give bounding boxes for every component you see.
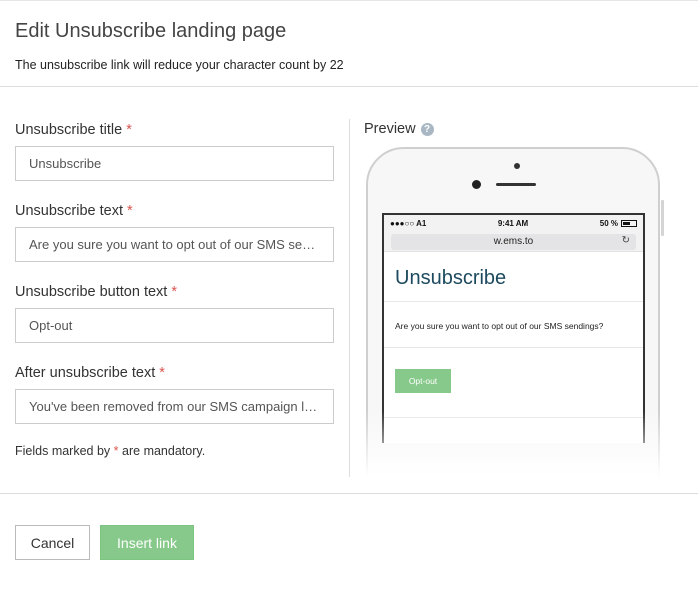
required-marker: * [171,284,177,300]
status-time: 9:41 AM [497,219,529,228]
question-circle-icon[interactable]: ? [420,122,434,136]
phone-statusbar: ●●●○○ A1 9:41 AM 50 % [384,215,643,232]
battery-percent: 50 % [599,219,618,228]
unsubscribe-text-label: Unsubscribe text * [15,200,335,222]
dialog-title: Edit Unsubscribe landing page [15,20,287,42]
unsubscribe-title-input[interactable] [15,146,334,181]
required-marker: * [159,365,165,381]
unsubscribe-button-text-input[interactable] [15,308,334,343]
required-marker: * [127,203,133,219]
after-unsubscribe-text-input[interactable] [15,389,334,424]
cancel-button[interactable]: Cancel [15,525,90,560]
required-marker: * [126,122,132,138]
speaker-icon [496,183,536,186]
mandatory-note-after: are mandatory. [122,444,206,458]
field-label-text: Unsubscribe text [15,203,123,219]
url-text: w.ems.to [493,236,534,247]
battery-status: 50 % [600,219,637,228]
power-button-icon [661,200,664,236]
browser-urlbar: w.ems.to ↻ [384,232,643,252]
after-unsubscribe-text-label: After unsubscribe text * [15,362,335,384]
required-marker: * [113,444,119,458]
mandatory-note-before: Fields marked by [15,444,111,458]
preview-fade [364,411,664,477]
unsubscribe-title-label: Unsubscribe title * [15,119,335,141]
preview-button-row: Opt-out [384,348,643,418]
preview-label: Preview [364,121,416,137]
unsubscribe-button-text-label: Unsubscribe button text * [15,281,335,303]
front-camera-icon [472,180,481,189]
mandatory-note: Fields marked by * are mandatory. [15,444,205,458]
column-divider [349,119,350,477]
battery-icon [621,220,637,228]
dialog-footer: Cancel Insert link [0,493,698,589]
preview-heading: Preview ? [364,121,434,137]
dialog-header: Edit Unsubscribe landing page The unsubs… [0,1,698,87]
field-label-text: Unsubscribe button text [15,284,168,300]
preview-page-title: Unsubscribe [384,252,643,302]
camera-icon [514,163,520,169]
carrier-signal: ●●●○○ A1 [390,219,427,228]
dialog-subtitle: The unsubscribe link will reduce your ch… [15,58,344,72]
unsubscribe-text-input[interactable] [15,227,334,262]
field-label-text: Unsubscribe title [15,122,123,138]
preview-optout-button: Opt-out [395,369,451,393]
edit-unsubscribe-dialog: Edit Unsubscribe landing page The unsubs… [0,0,698,589]
preview-page-text: Are you sure you want to opt out of our … [384,302,643,348]
insert-link-button[interactable]: Insert link [100,525,194,560]
phone-screen: ●●●○○ A1 9:41 AM 50 % w.ems.to ↻ Unsubsc… [382,213,645,443]
url-box: w.ems.to ↻ [391,233,636,250]
unsubscribe-form: Unsubscribe title* Unsubscribe text* Uns… [15,119,335,443]
reload-icon: ↻ [621,234,630,246]
field-label-text: After unsubscribe text [15,365,156,381]
